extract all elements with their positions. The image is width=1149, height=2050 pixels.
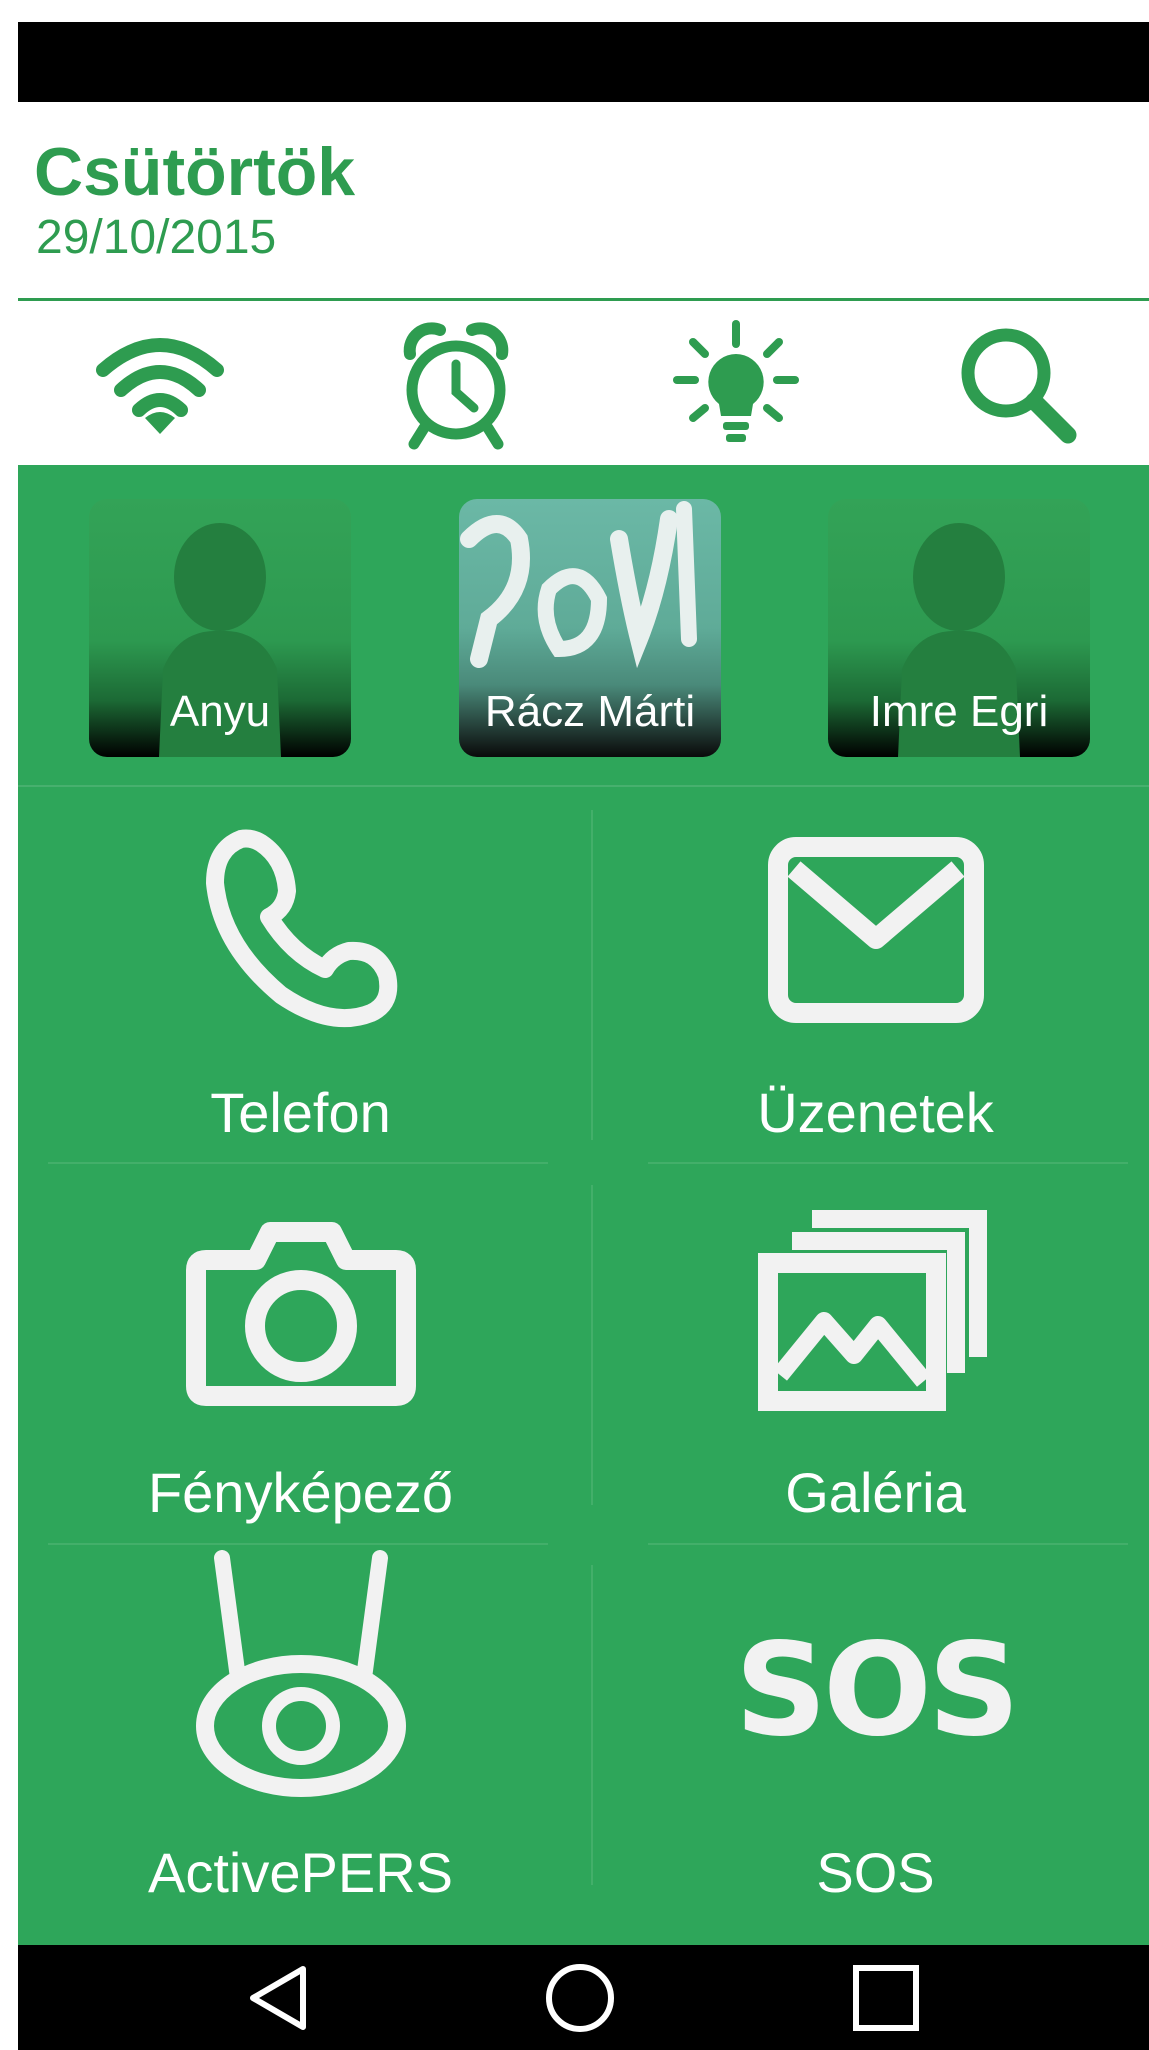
wifi-icon bbox=[96, 338, 224, 434]
recents-icon bbox=[853, 1965, 919, 2031]
app-tile-gallery[interactable]: Galéria bbox=[593, 1170, 1149, 1550]
search-button[interactable] bbox=[948, 315, 1088, 455]
quick-actions-bar bbox=[18, 301, 1149, 465]
app-label: Fényképező bbox=[147, 1461, 454, 1524]
date-text: 29/10/2015 bbox=[36, 211, 277, 264]
main-area: Anyu Rácz Márti Imre Egri Telefon Üzenet… bbox=[18, 465, 1149, 1945]
app-tile-camera[interactable]: Fényképező bbox=[18, 1170, 583, 1550]
sos-icon: SOS bbox=[734, 1615, 1020, 1765]
app-label: ActivePERS bbox=[148, 1841, 453, 1904]
app-label: SOS bbox=[816, 1841, 935, 1904]
flashlight-icon bbox=[673, 320, 799, 442]
home-button[interactable] bbox=[532, 1959, 628, 2037]
search-icon bbox=[961, 328, 1077, 444]
phone-screen: Csütörtök 29/10/2015 Anyu Rácz Márti Imr… bbox=[18, 22, 1149, 2050]
navigation-bar bbox=[18, 1945, 1149, 2050]
app-label: Galéria bbox=[785, 1461, 966, 1524]
back-button[interactable] bbox=[230, 1959, 326, 2037]
home-icon bbox=[546, 1964, 614, 2032]
app-tile-phone[interactable]: Telefon bbox=[18, 790, 583, 1170]
favorite-name: Imre Egri bbox=[869, 687, 1049, 736]
gallery-icon bbox=[757, 1210, 987, 1411]
favorite-name: Anyu bbox=[169, 687, 271, 736]
app-tile-sos[interactable]: SOS SOS bbox=[593, 1550, 1149, 1930]
alarm-button[interactable] bbox=[386, 315, 526, 455]
favorite-name: Rácz Márti bbox=[484, 687, 696, 736]
phone-icon bbox=[205, 829, 397, 1028]
activepers-icon bbox=[195, 1550, 406, 1797]
status-bar bbox=[18, 22, 1149, 102]
day-name: Csütörtök bbox=[34, 134, 356, 210]
favorite-contact[interactable]: Anyu bbox=[89, 499, 351, 757]
alarm-clock-icon bbox=[403, 322, 509, 450]
app-label: Telefon bbox=[210, 1081, 391, 1144]
app-tile-activepers[interactable]: ActivePERS bbox=[18, 1550, 583, 1930]
favorite-contact[interactable]: Imre Egri bbox=[828, 499, 1090, 757]
date-header: Csütörtök 29/10/2015 bbox=[18, 102, 1149, 301]
favorite-contact[interactable]: Rácz Márti bbox=[459, 499, 721, 757]
back-icon bbox=[250, 1966, 306, 2030]
app-label: Üzenetek bbox=[757, 1081, 994, 1144]
app-tile-messages[interactable]: Üzenetek bbox=[593, 790, 1149, 1170]
favorites-row: Anyu Rácz Márti Imre Egri bbox=[18, 465, 1149, 787]
recents-button[interactable] bbox=[838, 1959, 934, 2037]
wifi-button[interactable] bbox=[90, 315, 230, 455]
envelope-icon bbox=[767, 837, 984, 1023]
flashlight-button[interactable] bbox=[666, 315, 806, 455]
camera-icon bbox=[185, 1222, 416, 1406]
